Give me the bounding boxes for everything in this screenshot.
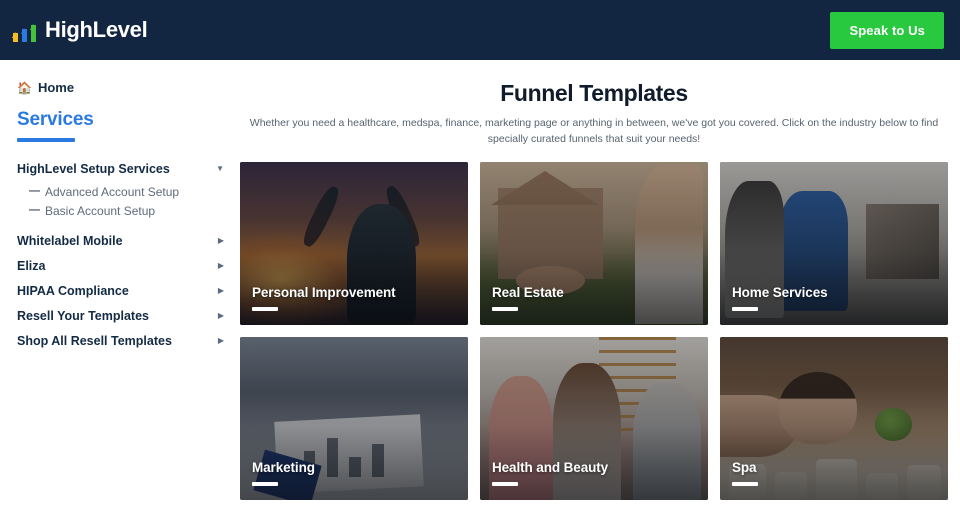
template-card-home-services[interactable]: Home Services xyxy=(720,161,948,325)
sidebar-subitem-advanced-account-setup[interactable]: — Advanced Account Setup xyxy=(17,182,226,201)
card-title: Real Estate xyxy=(492,284,564,300)
speak-to-us-button[interactable]: Speak to Us xyxy=(830,11,944,49)
card-underline xyxy=(252,481,278,486)
brand-logo[interactable]: HighLevel xyxy=(12,7,148,43)
sidebar-item-label: Eliza xyxy=(17,258,46,273)
sidebar-item-label: Whitelabel Mobile xyxy=(17,233,123,248)
card-underline xyxy=(492,306,518,311)
sidebar-section-title: Services xyxy=(17,109,94,130)
card-caption: Health and Beauty xyxy=(492,460,608,486)
brand-name: HighLevel xyxy=(45,17,148,42)
page-title: Funnel Templates xyxy=(500,80,688,106)
sidebar-nav-list: Whitelabel Mobile ▶ Eliza ▶ HIPAA Compli… xyxy=(17,228,226,353)
card-caption: Home Services xyxy=(732,285,828,311)
three-up-arrows-icon xyxy=(12,7,37,42)
sidebar-item-label: Resell Your Templates xyxy=(17,308,149,323)
sidebar-subitem-label: Basic Account Setup xyxy=(45,203,156,218)
site-header: HighLevel Speak to Us xyxy=(0,0,960,60)
sidebar-item-eliza[interactable]: Eliza ▶ xyxy=(17,253,226,278)
card-title: Health and Beauty xyxy=(492,459,609,475)
sidebar-item-label: HighLevel Setup Services xyxy=(17,162,170,176)
sidebar-item-home[interactable]: 🏠 Home xyxy=(17,80,226,95)
template-card-grid: Personal Improvement Real Estate Home Se… xyxy=(240,161,948,500)
card-underline xyxy=(732,481,758,486)
card-underline xyxy=(732,306,758,311)
sidebar-item-highlevel-setup-services[interactable]: HighLevel Setup Services ▼ xyxy=(17,158,226,180)
page-subtitle: Whether you need a healthcare, medspa, f… xyxy=(249,117,939,145)
chevron-right-icon[interactable]: ▶ xyxy=(218,311,226,320)
sidebar-item-label: Shop All Resell Templates xyxy=(17,333,172,348)
chevron-down-icon[interactable]: ▼ xyxy=(216,165,226,173)
card-title: Personal Improvement xyxy=(252,284,396,300)
card-title: Home Services xyxy=(732,284,828,300)
template-card-marketing[interactable]: Marketing xyxy=(240,336,468,500)
house-icon: 🏠 xyxy=(17,80,32,95)
section-underline xyxy=(17,138,75,142)
sidebar-item-whitelabel-mobile[interactable]: Whitelabel Mobile ▶ xyxy=(17,228,226,253)
card-caption: Spa xyxy=(732,460,758,486)
sidebar-subitems: — Advanced Account Setup — Basic Account… xyxy=(17,182,226,220)
card-title: Marketing xyxy=(252,459,315,475)
card-caption: Personal Improvement xyxy=(252,285,396,311)
template-card-real-estate[interactable]: Real Estate xyxy=(480,161,708,325)
template-card-health-and-beauty[interactable]: Health and Beauty xyxy=(480,336,708,500)
sidebar-item-hipaa-compliance[interactable]: HIPAA Compliance ▶ xyxy=(17,278,226,303)
card-underline xyxy=(492,481,518,486)
dash-icon: — xyxy=(29,185,40,197)
sidebar-item-shop-all-resell-templates[interactable]: Shop All Resell Templates ▶ xyxy=(17,328,226,353)
dash-icon: — xyxy=(29,204,40,216)
sidebar-subitem-label: Advanced Account Setup xyxy=(45,184,180,199)
home-label: Home xyxy=(37,80,75,95)
main-content: Funnel Templates Whether you need a heal… xyxy=(240,60,960,510)
template-card-spa[interactable]: Spa xyxy=(720,336,948,500)
page-body: 🏠 Home Services HighLevel Setup Services… xyxy=(0,60,960,510)
chevron-right-icon[interactable]: ▶ xyxy=(218,261,226,270)
chevron-right-icon[interactable]: ▶ xyxy=(218,236,226,245)
sidebar: 🏠 Home Services HighLevel Setup Services… xyxy=(0,60,240,510)
card-caption: Marketing xyxy=(252,460,315,486)
card-underline xyxy=(252,306,278,311)
sidebar-item-label: HIPAA Compliance xyxy=(17,283,129,298)
chevron-right-icon[interactable]: ▶ xyxy=(218,286,226,295)
sidebar-subitem-basic-account-setup[interactable]: — Basic Account Setup xyxy=(17,201,226,220)
template-card-personal-improvement[interactable]: Personal Improvement xyxy=(240,161,468,325)
card-caption: Real Estate xyxy=(492,285,564,311)
card-title: Spa xyxy=(732,459,757,475)
sidebar-item-resell-your-templates[interactable]: Resell Your Templates ▶ xyxy=(17,303,226,328)
chevron-right-icon[interactable]: ▶ xyxy=(218,336,226,345)
